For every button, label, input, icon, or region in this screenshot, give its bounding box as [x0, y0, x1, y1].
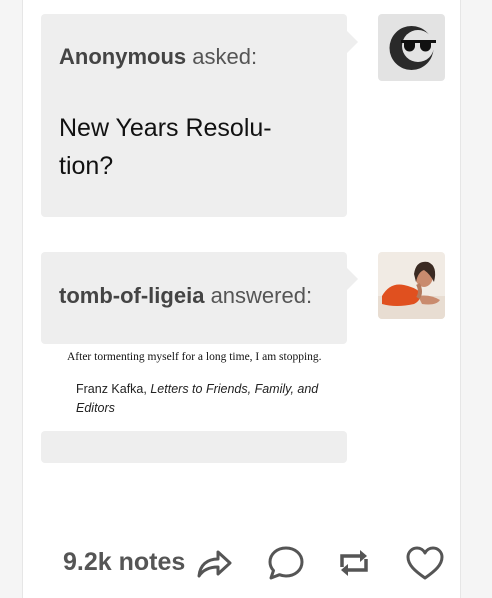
asker-line: Anonymous asked: [59, 44, 257, 70]
like-button[interactable] [403, 541, 447, 585]
quote-title-line-2: Editors [76, 401, 115, 415]
reply-icon [268, 546, 304, 580]
post-card: Anonymous asked: New Years Resolu- tion?… [22, 0, 461, 598]
answer-bubble-tail [347, 268, 358, 290]
reblog-icon [340, 550, 368, 576]
question-bubble-tail [347, 31, 358, 53]
question-line-2: tion? [59, 152, 114, 180]
notes-count[interactable]: 9.2k notes [63, 548, 185, 577]
share-button[interactable] [191, 541, 235, 585]
quote-title-line-1: Letters to Friends, Family, and [150, 382, 319, 396]
answer-footer-bubble [41, 431, 347, 463]
answerer-verb: answered: [210, 283, 313, 308]
like-icon [406, 546, 444, 580]
asker-avatar[interactable] [378, 14, 445, 81]
question-text: New Years Resolu- tion? [59, 109, 272, 185]
share-icon [197, 550, 232, 578]
answer-text: After tormenting myself for a long time,… [67, 351, 322, 363]
quote-source: Franz Kafka, Letters to Friends, Family,… [76, 380, 346, 418]
question-line-1: New Years Resolu- [59, 114, 272, 142]
answerer-avatar[interactable] [378, 252, 445, 319]
reply-button[interactable] [264, 541, 308, 585]
quote-author: Franz Kafka, [76, 382, 147, 396]
answerer-line: tomb-of-ligeia answered: [59, 283, 312, 309]
asker-name[interactable]: Anonymous [59, 44, 186, 69]
answerer-name[interactable]: tomb-of-ligeia [59, 283, 204, 308]
reblog-button[interactable] [332, 541, 376, 585]
asker-verb: asked: [192, 44, 258, 69]
